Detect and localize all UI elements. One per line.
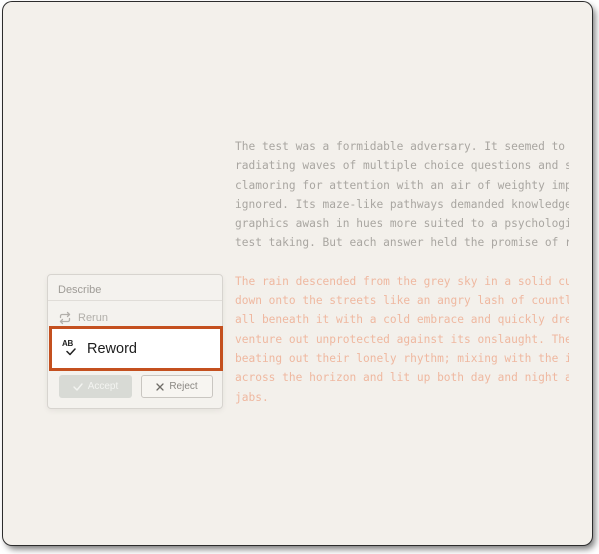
describe-input[interactable]: Describe [58, 284, 101, 296]
text-line: graphics awash in hues more suited to a … [235, 217, 569, 231]
reject-label: Reject [169, 381, 198, 392]
text-line: all beneath it with a cold embrace and q… [235, 313, 569, 327]
text-line: radiating waves of multiple choice quest… [235, 159, 569, 173]
refresh-icon [59, 311, 71, 325]
rerun-button[interactable]: Rerun [58, 310, 108, 326]
accept-label: Accept [87, 381, 119, 392]
text-line: beating out their lonely rhythm; mixing … [235, 351, 569, 365]
reword-label: Reword [87, 340, 137, 357]
close-icon [156, 382, 164, 391]
check-icon [73, 382, 83, 391]
paragraph-generated: The rain descended from the grey sky in … [235, 272, 569, 407]
text-line: jabs. [235, 390, 269, 404]
ai-action-menu: Describe Rerun AB Reword Accept Reject [47, 274, 223, 409]
document-text: The test was a formidable adversary. It … [235, 137, 569, 407]
reword-menu-item[interactable]: AB Reword [49, 326, 223, 371]
accept-button[interactable]: Accept [59, 375, 132, 398]
paragraph-original: The test was a formidable adversary. It … [235, 137, 569, 253]
text-line: ignored. Its maze-like pathways demanded… [235, 197, 569, 211]
app-window: The test was a formidable adversary. It … [3, 2, 592, 545]
text-line: The rain descended from the grey sky in … [235, 274, 569, 288]
text-line: down onto the streets like an angry lash… [235, 294, 569, 308]
spellcheck-icon: AB [62, 339, 78, 358]
text-line: across the horizon and lit up both day a… [235, 371, 569, 385]
text-line: test taking. But each answer held the pr… [235, 236, 569, 250]
text-line: venture out unprotected against its onsl… [235, 332, 569, 346]
text-line: clamoring for attention with an air of w… [235, 178, 569, 192]
reject-button[interactable]: Reject [141, 375, 213, 398]
text-line: The test was a formidable adversary. It … [235, 140, 566, 153]
rerun-label: Rerun [78, 312, 108, 324]
menu-divider [48, 300, 222, 301]
